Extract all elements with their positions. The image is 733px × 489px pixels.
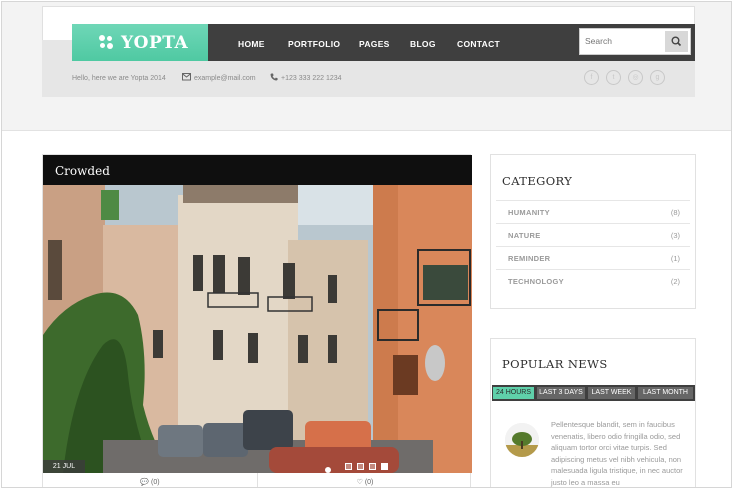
heart-icon: ♡	[356, 479, 363, 486]
post-image[interactable]: 21 JUL	[43, 185, 472, 473]
category-name: TECHNOLOGY	[508, 277, 564, 286]
logo-dots-icon	[99, 34, 119, 51]
google-plus-icon[interactable]: g	[650, 70, 665, 85]
twitter-icon[interactable]: t	[606, 70, 621, 85]
popular-news-widget: POPULAR NEWS 24 HOURS LAST 3 DAYS LAST W…	[490, 338, 696, 487]
category-name: REMINDER	[508, 254, 551, 263]
category-item[interactable]: REMINDER (1)	[496, 246, 690, 270]
logo-text: YOPTA	[121, 32, 189, 53]
phone-number: +123 333 222 1234	[281, 75, 342, 82]
phone-icon	[270, 73, 278, 81]
dribbble-icon[interactable]: ◎	[628, 70, 643, 85]
popular-news-title: POPULAR NEWS	[502, 357, 608, 371]
post-date-badge: 21 JUL	[43, 460, 85, 473]
tab-last-3-days[interactable]: LAST 3 DAYS	[537, 387, 585, 399]
news-excerpt[interactable]: Pellentesque blandit, sem in faucibus ve…	[551, 419, 683, 487]
slider-dot[interactable]	[357, 463, 364, 470]
likes-link[interactable]: ♡ (0)	[258, 473, 472, 487]
category-item[interactable]: TECHNOLOGY (2)	[496, 269, 690, 293]
search-button[interactable]	[665, 31, 688, 52]
nav-item-contact[interactable]: CONTACT	[457, 39, 500, 49]
slider-dot-active[interactable]	[381, 463, 388, 470]
category-name: NATURE	[508, 231, 541, 240]
comments-link[interactable]: 💬 (0)	[43, 473, 258, 487]
likes-count: (0)	[364, 479, 374, 486]
category-item[interactable]: HUMANITY (8)	[496, 200, 690, 224]
slider-dot[interactable]	[345, 463, 352, 470]
slider-dots	[345, 463, 393, 470]
main-nav: HOME PORTFOLIO PAGES BLOG CONTACT	[208, 24, 575, 61]
street-photo	[43, 185, 472, 473]
category-count: (2)	[670, 277, 680, 286]
post-title[interactable]: Crowded	[55, 164, 110, 178]
slider-dot[interactable]	[369, 463, 376, 470]
comment-icon: 💬	[140, 479, 150, 486]
search-field	[579, 28, 691, 55]
comments-count: (0)	[151, 479, 160, 486]
category-name: HUMANITY	[508, 208, 550, 217]
site-logo[interactable]: YOPTA	[72, 24, 208, 61]
news-tabs: 24 HOURS LAST 3 DAYS LAST WEEK LAST MONT…	[492, 385, 695, 401]
news-thumbnail[interactable]	[505, 423, 539, 457]
tab-last-week[interactable]: LAST WEEK	[588, 387, 635, 399]
category-item[interactable]: NATURE (3)	[496, 223, 690, 247]
nav-item-home[interactable]: HOME	[238, 39, 265, 49]
blog-post: Crowded 21 JUL 💬 (0) ♡ (0)	[42, 154, 472, 487]
tab-last-month[interactable]: LAST MONTH	[638, 387, 693, 399]
email-link[interactable]: example@mail.com	[194, 75, 256, 82]
search-area	[575, 24, 695, 61]
category-widget: CATEGORY HUMANITY (8) NATURE (3) REMINDE…	[490, 154, 696, 309]
nav-item-pages[interactable]: PAGES	[359, 39, 390, 49]
category-count: (3)	[670, 231, 680, 240]
search-icon	[671, 36, 682, 47]
category-title: CATEGORY	[502, 174, 573, 188]
facebook-icon[interactable]: f	[584, 70, 599, 85]
tree-thumbnail-image	[505, 423, 539, 457]
greeting-text: Hello, here we are Yopta 2014	[72, 75, 166, 82]
post-title-bar: Crowded	[43, 155, 472, 185]
search-input[interactable]	[585, 36, 637, 46]
nav-item-blog[interactable]: BLOG	[410, 39, 436, 49]
page-frame: YOPTA HOME PORTFOLIO PAGES BLOG CONTACT …	[1, 1, 732, 488]
post-footer: 💬 (0) ♡ (0)	[43, 473, 472, 487]
envelope-icon	[182, 73, 191, 81]
category-count: (1)	[670, 254, 680, 263]
category-count: (8)	[670, 208, 680, 217]
tab-24-hours[interactable]: 24 HOURS	[493, 387, 534, 399]
nav-item-portfolio[interactable]: PORTFOLIO	[288, 39, 340, 49]
